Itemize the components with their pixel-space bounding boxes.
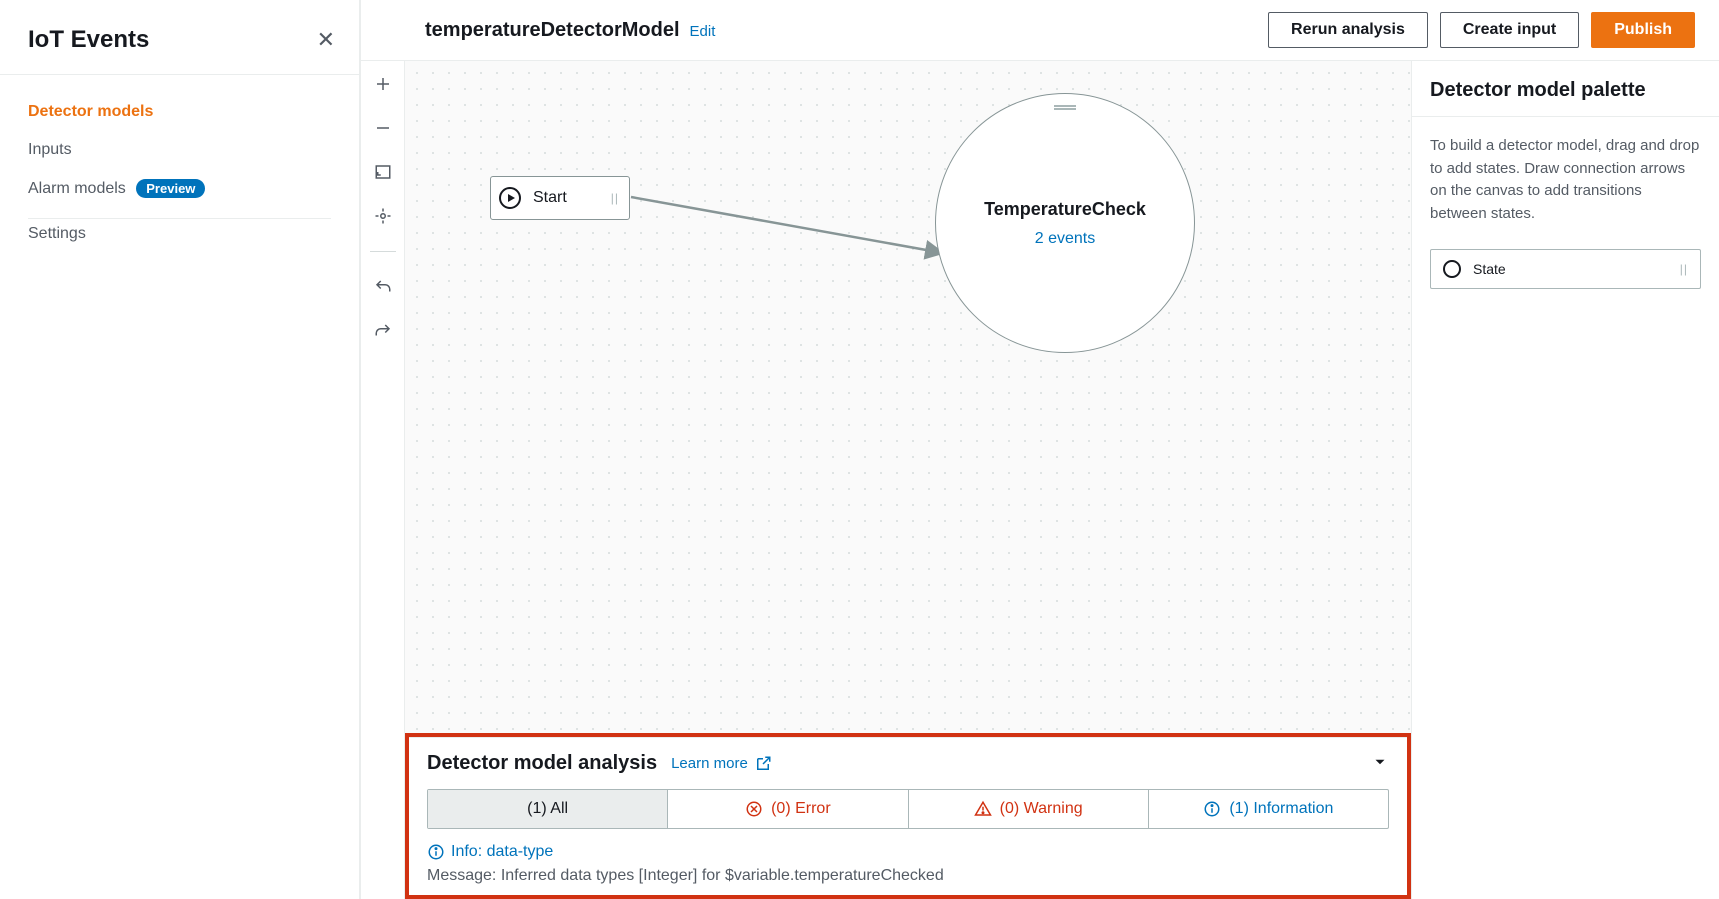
tab-error-label: (0) Error bbox=[771, 800, 831, 818]
warning-icon bbox=[974, 800, 992, 818]
state-node-events-link[interactable]: 2 events bbox=[1035, 230, 1095, 248]
topbar: temperatureDetectorModel Edit Rerun anal… bbox=[361, 0, 1719, 61]
zoom-out-icon[interactable] bbox=[372, 117, 394, 139]
palette: Detector model palette To build a detect… bbox=[1411, 61, 1719, 899]
info-icon bbox=[1203, 800, 1221, 818]
main: temperatureDetectorModel Edit Rerun anal… bbox=[360, 0, 1719, 899]
model-name: temperatureDetectorModel bbox=[425, 19, 680, 42]
create-input-button[interactable]: Create input bbox=[1440, 12, 1579, 48]
tab-error[interactable]: (0) Error bbox=[667, 790, 907, 828]
palette-state-label: State bbox=[1473, 261, 1506, 277]
tab-all[interactable]: (1) All bbox=[428, 790, 667, 828]
zoom-in-icon[interactable] bbox=[372, 73, 394, 95]
rerun-analysis-button[interactable]: Rerun analysis bbox=[1268, 12, 1428, 48]
center-icon[interactable] bbox=[372, 205, 394, 227]
undo-icon[interactable] bbox=[372, 276, 394, 298]
drag-handle-icon[interactable]: || bbox=[1680, 262, 1688, 276]
learn-more-link[interactable]: Learn more bbox=[671, 755, 772, 773]
analysis-message: Message: Inferred data types [Integer] f… bbox=[427, 867, 1389, 885]
redo-icon[interactable] bbox=[372, 320, 394, 342]
tab-information-label: (1) Information bbox=[1229, 800, 1333, 818]
sidebar-header: IoT Events ✕ bbox=[0, 0, 359, 75]
sidebar-item-label: Alarm models bbox=[28, 180, 126, 197]
analysis-header: Detector model analysis Learn more bbox=[409, 738, 1407, 785]
fit-screen-icon[interactable] bbox=[372, 161, 394, 183]
state-node-title: TemperatureCheck bbox=[984, 199, 1146, 220]
start-node-label: Start bbox=[533, 189, 567, 207]
tool-divider bbox=[370, 251, 396, 252]
app-title: IoT Events bbox=[28, 26, 149, 54]
editor: Start || TemperatureCheck 2 events Detec… bbox=[361, 61, 1719, 899]
state-circle-icon bbox=[1443, 260, 1461, 278]
sidebar-item-settings[interactable]: Settings bbox=[28, 213, 86, 254]
app-root: IoT Events ✕ Detector models Inputs Alar… bbox=[0, 0, 1719, 899]
drag-handle-icon[interactable]: || bbox=[611, 191, 619, 205]
info-icon bbox=[427, 843, 445, 861]
collapse-icon[interactable] bbox=[1371, 753, 1389, 774]
canvas[interactable]: Start || TemperatureCheck 2 events Detec… bbox=[405, 61, 1411, 899]
close-icon[interactable]: ✕ bbox=[317, 27, 335, 53]
start-node[interactable]: Start || bbox=[490, 176, 630, 220]
external-link-icon bbox=[754, 755, 772, 773]
sidebar-item-detector-models[interactable]: Detector models bbox=[28, 93, 331, 131]
state-node[interactable]: TemperatureCheck 2 events bbox=[935, 93, 1195, 353]
toolstrip bbox=[361, 61, 405, 899]
analysis-info-line[interactable]: Info: data-type bbox=[427, 843, 1389, 861]
preview-badge: Preview bbox=[136, 179, 205, 198]
palette-description: To build a detector model, drag and drop… bbox=[1412, 117, 1719, 249]
tab-information[interactable]: (1) Information bbox=[1148, 790, 1388, 828]
topbar-left: temperatureDetectorModel Edit bbox=[425, 19, 715, 42]
sidebar: IoT Events ✕ Detector models Inputs Alar… bbox=[0, 0, 360, 899]
learn-more-label: Learn more bbox=[671, 755, 748, 772]
error-icon bbox=[745, 800, 763, 818]
sidebar-nav: Detector models Inputs Alarm models Prev… bbox=[0, 75, 359, 261]
palette-title: Detector model palette bbox=[1412, 61, 1719, 117]
sidebar-item-label: Settings bbox=[28, 225, 86, 242]
tab-all-label: (1) All bbox=[527, 800, 568, 818]
sidebar-item-label: Detector models bbox=[28, 103, 153, 120]
sidebar-item-label: Inputs bbox=[28, 141, 72, 158]
analysis-title: Detector model analysis bbox=[427, 752, 657, 775]
edit-link[interactable]: Edit bbox=[690, 23, 716, 40]
tab-warning[interactable]: (0) Warning bbox=[908, 790, 1148, 828]
tab-warning-label: (0) Warning bbox=[1000, 800, 1083, 818]
sidebar-item-alarm-models[interactable]: Alarm models Preview bbox=[28, 169, 331, 208]
drag-handle-icon[interactable] bbox=[1054, 104, 1076, 110]
topbar-actions: Rerun analysis Create input Publish bbox=[1268, 12, 1695, 48]
sidebar-item-inputs[interactable]: Inputs bbox=[28, 131, 331, 169]
play-icon bbox=[499, 187, 521, 209]
palette-state-draggable[interactable]: State || bbox=[1430, 249, 1701, 289]
analysis-info-heading: Info: data-type bbox=[451, 843, 553, 861]
publish-button[interactable]: Publish bbox=[1591, 12, 1695, 48]
analysis-body: Info: data-type Message: Inferred data t… bbox=[409, 829, 1407, 895]
analysis-tabs: (1) All (0) Error (0) Warning bbox=[427, 789, 1389, 829]
analysis-panel: Detector model analysis Learn more bbox=[405, 733, 1411, 899]
